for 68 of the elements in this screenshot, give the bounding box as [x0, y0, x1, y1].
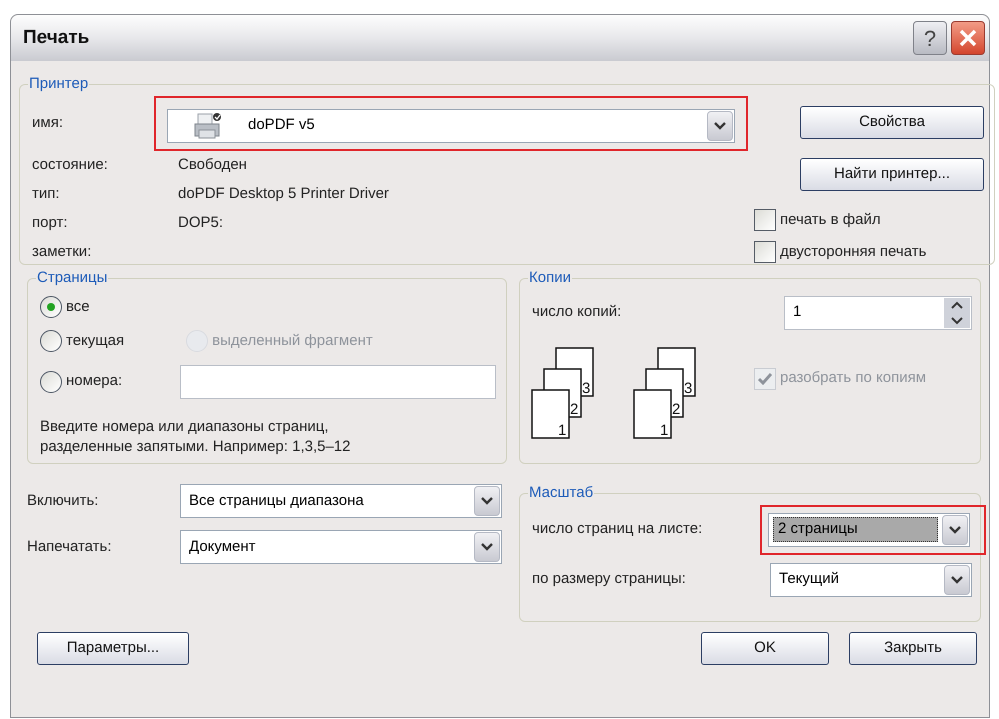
- checkbox-label: печать в файл: [780, 210, 881, 230]
- group-title: Масштаб: [528, 483, 594, 503]
- field-label: имя:: [31, 112, 64, 133]
- radio-button[interactable]: [40, 296, 62, 318]
- ok-button[interactable]: OK: [701, 632, 829, 665]
- field-label: число копий:: [532, 302, 622, 322]
- copies-spinner[interactable]: 1: [784, 296, 972, 330]
- field-label: состояние:: [31, 154, 109, 175]
- field-label: тип:: [31, 184, 61, 204]
- radio-label: выделенный фрагмент: [212, 331, 373, 351]
- printer-icon: [192, 112, 224, 140]
- dropdown-value: Текущий: [778, 569, 840, 590]
- dropdown-value: 2 страницы: [773, 517, 938, 542]
- check-icon: [758, 372, 772, 384]
- chevron-down-icon: [951, 576, 963, 584]
- dropdown[interactable]: doPDF v5: [167, 108, 735, 142]
- group-title: Копии: [528, 268, 572, 288]
- dropdown[interactable]: Текущий: [770, 562, 972, 596]
- field-value: Свободен: [178, 154, 247, 175]
- dropdown-arrow-button[interactable]: [707, 110, 733, 140]
- field-label: порт:: [31, 212, 69, 233]
- close-button[interactable]: [951, 21, 985, 55]
- spin-down-icon[interactable]: [944, 312, 970, 328]
- group-title: Принтер: [28, 74, 90, 94]
- chevron-down-icon: [481, 543, 493, 551]
- spinner-value: 1: [792, 302, 802, 322]
- dropdown-value: Все страницы диапазона: [188, 490, 365, 511]
- checkbox-label: разобрать по копиям: [780, 368, 926, 388]
- field-value: doPDF Desktop 5 Printer Driver: [178, 184, 389, 204]
- checkbox-label: двусторонняя печать: [780, 242, 926, 262]
- close-icon: [958, 28, 978, 48]
- options-button[interactable]: Параметры...: [37, 632, 189, 665]
- dropdown[interactable]: Документ: [180, 530, 502, 564]
- page-stack-drawing: 3 2 1: [632, 344, 698, 444]
- radio-label: номера:: [66, 371, 122, 392]
- radio-button[interactable]: [40, 330, 62, 352]
- window-title: Печать: [23, 26, 90, 50]
- help-button[interactable]: ?: [913, 21, 947, 55]
- chevron-down-icon: [714, 122, 726, 130]
- chevron-down-icon: [949, 526, 961, 534]
- field-label: заметки:: [31, 242, 92, 262]
- field-label: Включить:: [27, 490, 100, 511]
- field-label: число страниц на листе:: [531, 519, 702, 540]
- dropdown-value: doPDF v5: [247, 115, 316, 136]
- dropdown-arrow-button[interactable]: [474, 532, 500, 562]
- spin-up-icon[interactable]: [944, 298, 970, 312]
- radio-label: текущая: [66, 331, 124, 351]
- radio-label: все: [66, 296, 90, 316]
- field-value: DOP5:: [178, 212, 224, 233]
- dropdown-arrow-button[interactable]: [944, 564, 970, 594]
- chevron-down-icon: [481, 497, 493, 505]
- dialog-button[interactable]: Свойства: [800, 106, 984, 138]
- checkbox[interactable]: [754, 241, 776, 264]
- page-stack-drawing: 3 2 1: [530, 344, 596, 444]
- page-numbers-field[interactable]: [180, 364, 496, 398]
- group-title: Страницы: [36, 268, 108, 288]
- dropdown[interactable]: Все страницы диапазона: [180, 484, 502, 518]
- checkbox[interactable]: [754, 208, 776, 231]
- pages-hint: Введите номера или диапазоны страниц, разделенные запятыми. Например: 1,3,5–12: [40, 416, 352, 456]
- field-label: по размеру страницы:: [531, 569, 686, 590]
- dialog-button[interactable]: Найти принтер...: [800, 158, 984, 190]
- dropdown-arrow-button[interactable]: [474, 486, 500, 516]
- dropdown-arrow-button[interactable]: [942, 514, 968, 544]
- dropdown[interactable]: 2 страницы: [768, 512, 970, 546]
- close-dialog-button[interactable]: Закрыть: [849, 632, 977, 665]
- radio-button[interactable]: [40, 370, 62, 392]
- field-label: Напечатать:: [27, 536, 113, 557]
- dropdown-value: Документ: [188, 536, 257, 557]
